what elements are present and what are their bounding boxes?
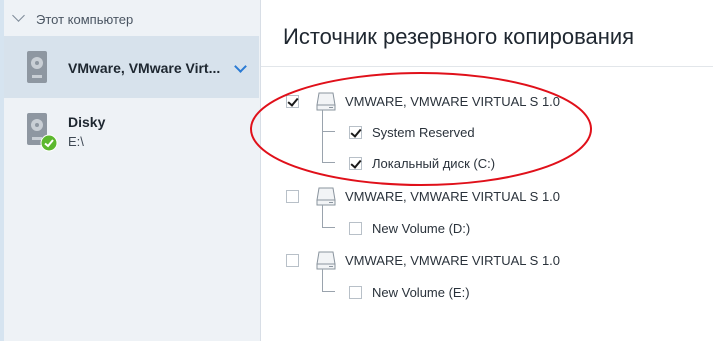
disk-row[interactable]: VMWARE, VMWARE VIRTUAL S 1.0 [286,185,560,207]
partition-checkbox[interactable] [349,221,362,235]
sidebar-header-label: Этот компьютер [36,12,134,27]
sidebar-item-label: VMware, VMware Virt... [68,60,221,76]
disk-label: VMWARE, VMWARE VIRTUAL S 1.0 [345,252,561,268]
disk-checkbox[interactable] [286,189,299,203]
partition-label: New Volume (D:) [372,220,471,236]
sidebar-item-disky[interactable]: Disky E:\ [4,100,259,162]
checkmark-badge-icon [40,134,58,152]
tree-connector [322,205,335,228]
source-sidebar: Этот компьютер VMware, VMware Virt... Di… [0,0,261,341]
sidebar-item-label: Disky [68,114,106,130]
disk-icon [316,187,336,206]
partition-checkbox[interactable] [349,285,362,299]
page-title: Источник резервного копирования [283,24,635,49]
annotation-ellipse [250,72,592,186]
hard-drive-icon [27,51,47,83]
disk-label: VMWARE, VMWARE VIRTUAL S 1.0 [345,188,561,204]
partition-label: New Volume (E:) [372,284,470,300]
disk-checkbox[interactable] [286,253,299,267]
disk-icon [316,251,336,270]
sidebar-header[interactable]: Этот компьютер [0,0,260,36]
divider [261,66,713,67]
tree-connector [322,269,335,292]
disk-row[interactable]: VMWARE, VMWARE VIRTUAL S 1.0 [286,249,560,271]
partition-row[interactable]: New Volume (E:) [349,281,470,303]
sidebar-item-sublabel: E:\ [68,134,84,149]
chevron-down-icon[interactable] [12,9,25,22]
chevron-down-icon[interactable] [234,60,247,73]
sidebar-item-vmware[interactable]: VMware, VMware Virt... [4,36,259,98]
partition-row[interactable]: New Volume (D:) [349,217,470,239]
